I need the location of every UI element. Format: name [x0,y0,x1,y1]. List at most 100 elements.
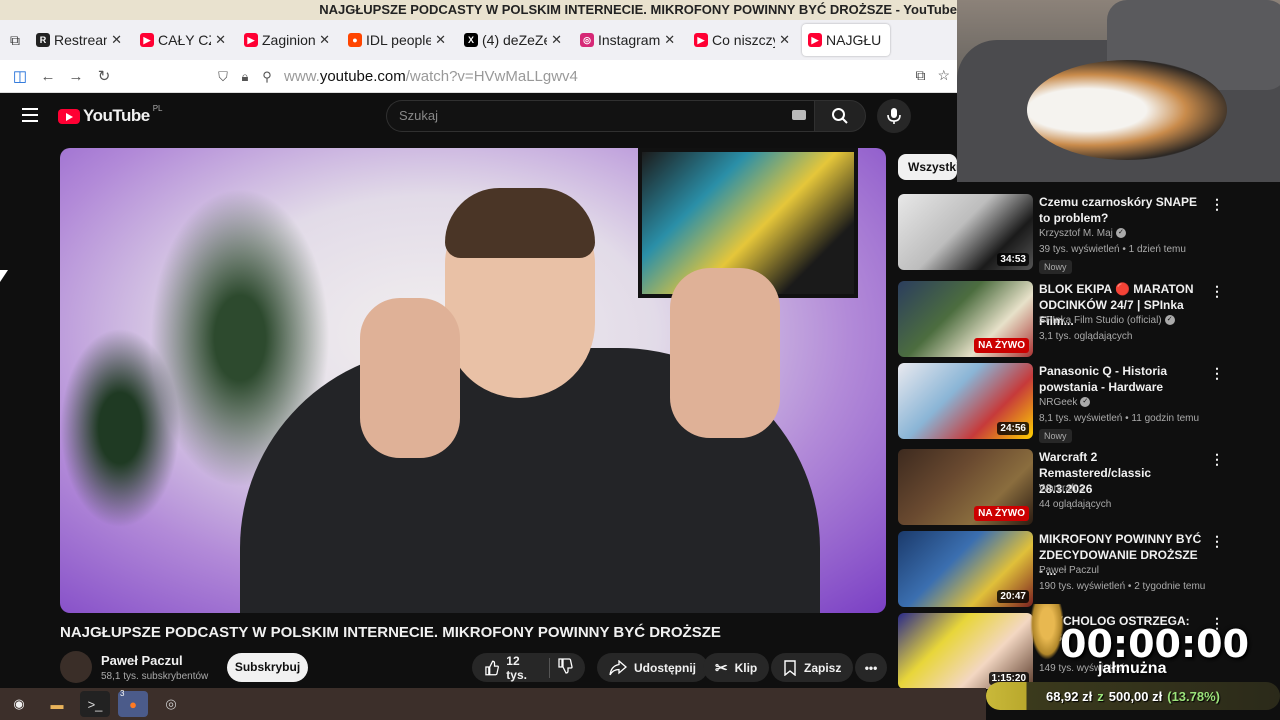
like-button[interactable]: 12 tys. [484,654,542,682]
like-count: 12 tys. [506,653,527,682]
video-frame-person-hair [445,188,595,258]
tab-close-icon[interactable]: ✕ [435,32,446,48]
recommendation-channel[interactable]: Krzysztof M. Maj ✓ [1039,228,1126,239]
recommendation-meta: 190 tys. wyświetleń • 2 tygodnie temu [1039,581,1206,592]
search-icon [832,108,848,124]
channel-name[interactable]: Paweł Paczul [101,653,183,668]
browser-tab[interactable]: X (4) deZeZe ✕ [458,24,568,56]
search-button[interactable] [814,100,866,132]
permissions-icon[interactable]: ⚲ [256,69,278,85]
browser-tab[interactable]: ◎ Instagram ✕ [574,24,682,56]
firefox-icon[interactable]: ● 3 [118,689,148,717]
logo-text: YouTube [83,106,150,125]
recommendation-meta: 3,1 tys. oglądających [1039,331,1133,342]
tab-strip: ⧉ RRestream C✕▶CAŁY CZAS✕▶Zaginione✕●IDL… [0,20,957,60]
shield-icon[interactable]: ⛉ [212,69,234,85]
folder-icon[interactable]: ▬ [42,691,72,717]
dislike-button[interactable] [557,658,573,677]
recommendation-thumbnail[interactable]: 24:56 [898,363,1033,439]
tab-label: CAŁY CZAS [158,32,211,48]
recommendation-item[interactable]: NA ŻYWO BLOK EKIPA 🔴 MARATON ODCINKÓW 24/… [898,281,1280,359]
lock-icon[interactable]: 🔒︎ [234,69,256,85]
recommendation-channel[interactable]: Warcraft 2 [1039,483,1085,494]
reddit-icon: ● [348,33,362,47]
tab-close-icon[interactable]: ✕ [664,32,675,48]
video-player[interactable] [60,148,886,613]
live-badge: NA ŻYWO [974,506,1029,521]
recommendation-meta: 44 oglądających [1039,499,1112,510]
voice-search-button[interactable] [877,99,911,133]
channel-name-text: Krzysztof M. Maj [1039,228,1113,239]
tab-close-icon[interactable]: ✕ [215,32,226,48]
more-vertical-icon[interactable]: ⋮ [1210,533,1224,550]
bookmark-star-icon[interactable]: ☆ [937,67,950,84]
save-button[interactable]: Zapisz [771,653,854,682]
recommendation-thumbnail[interactable]: 1:15:20 [898,613,1033,689]
recommendation-title[interactable]: Czemu czarnoskóry SNAPE to problem? [1039,194,1204,226]
youtube-icon: ▶ [244,33,258,47]
recommendation-channel[interactable]: Paweł Paczul [1039,565,1099,576]
browser-tab[interactable]: ● IDL people ✕ [342,24,452,56]
keyboard-icon[interactable] [792,110,806,120]
tab-close-icon[interactable]: ✕ [111,32,122,48]
channel-avatar[interactable] [60,651,92,683]
more-vertical-icon[interactable]: ⋮ [1210,196,1224,213]
forward-icon[interactable]: → [62,68,90,85]
url-domain: youtube.com [319,68,406,85]
terminal-icon[interactable]: >_ [80,691,110,717]
share-button[interactable]: Udostępnij [597,653,708,682]
reload-icon[interactable]: ↻ [90,67,118,85]
microphone-icon [887,108,901,124]
recommendation-thumbnail[interactable]: NA ŻYWO [898,281,1033,357]
tab-close-icon[interactable]: ✕ [551,32,562,48]
like-dislike-group: 12 tys. [472,653,585,682]
mouse-cursor-icon [0,270,8,282]
verified-check-icon: ✓ [1080,397,1091,408]
obs-icon[interactable]: ◎ [156,691,186,717]
duration-badge: 34:53 [997,253,1029,266]
tab-close-icon[interactable]: ✕ [779,32,790,48]
more-vertical-icon[interactable]: ⋮ [1210,365,1224,382]
tab-close-icon[interactable]: ✕ [319,32,330,48]
recommendation-channel[interactable]: NRGeek ✓ [1039,397,1091,408]
timer-label: jałmużna [1098,660,1167,677]
recommendation-item[interactable]: 34:53 Czemu czarnoskóry SNAPE to problem?… [898,194,1280,274]
recommendation-title[interactable]: Panasonic Q - Historia powstania - Hardw… [1039,363,1204,395]
clip-label: Klip [734,660,758,675]
picture-in-picture-icon[interactable]: ⧉ [915,67,925,84]
goal-target: 500,00 zł [1108,688,1163,704]
search-input[interactable]: Szukaj [386,100,814,132]
recommendation-channel[interactable]: SPInka Film Studio (official) ✓ [1039,315,1175,326]
channel-name-text: NRGeek [1039,397,1078,408]
browser-tab[interactable]: ▶ Co niszczy ✕ [688,24,796,56]
recommendation-item[interactable]: NA ŻYWO Warcraft 2 Remastered/classic 28.… [898,449,1280,527]
tab-list-icon[interactable]: ⧉ [0,20,30,60]
recommendation-thumbnail[interactable]: 20:47 [898,531,1033,607]
browser-tab[interactable]: R Restream C✕ [30,24,128,56]
restream-icon: R [36,33,50,47]
recommendation-item[interactable]: 20:47 MIKROFONY POWINNY BYĆ ZDECYDOWANIE … [898,531,1280,609]
browser-tab[interactable]: ▶ CAŁY CZAS✕ [134,24,232,56]
more-actions-button[interactable]: ••• [855,653,887,682]
chip-all[interactable]: Wszystkie [898,154,957,180]
recommendation-thumbnail[interactable]: NA ŻYWO [898,449,1033,525]
youtube-logo[interactable]: YouTube PL [58,104,163,126]
instagram-icon: ◎ [580,33,594,47]
recommendation-thumbnail[interactable]: 34:53 [898,194,1033,270]
hamburger-menu-icon[interactable] [22,108,38,122]
subscribe-button[interactable]: Subskrybuj [227,653,308,682]
browser-tab[interactable]: ▶ NAJGŁU [802,24,890,56]
more-vertical-icon[interactable]: ⋮ [1210,283,1224,300]
menu-icon[interactable]: ◉ [4,691,34,717]
goal-of: z [1097,688,1104,704]
back-icon[interactable]: ← [34,68,62,85]
browser-tab[interactable]: ▶ Zaginione✕ [238,24,336,56]
tab-label: Restream C [54,32,107,48]
more-vertical-icon[interactable]: ⋮ [1210,451,1224,468]
recommendation-item[interactable]: 24:56 Panasonic Q - Historia powstania - … [898,363,1280,443]
sidebar-toggle-icon[interactable]: ◫ [6,67,34,85]
clip-button[interactable]: ✂ Klip [703,653,770,682]
recommendation-meta: 39 tys. wyświetleń • 1 dzień temu [1039,244,1186,255]
url-bar[interactable]: ⛉ 🔒︎ ⚲ www.youtube.com/watch?v=HVwMaLLgw… [212,63,956,90]
duration-badge: 20:47 [997,590,1029,603]
